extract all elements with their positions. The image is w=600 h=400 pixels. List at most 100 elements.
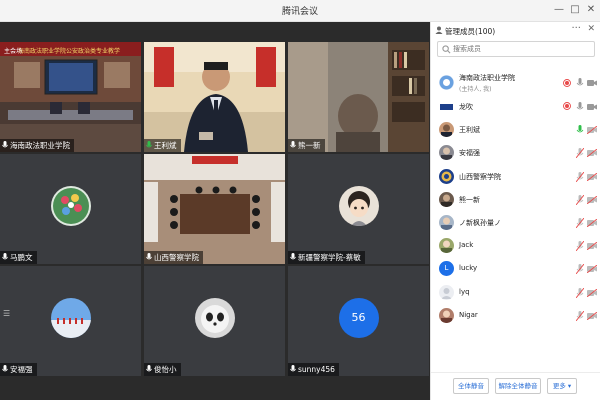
maximize-icon[interactable]: □ — [568, 3, 582, 17]
tile-banner: 主会场 — [4, 48, 23, 55]
unmute-all-button[interactable]: 解除全体静音 — [495, 378, 541, 394]
members-footer: 全体静音 解除全体静音 更多 ▾ — [431, 372, 600, 400]
member-name: 龙吹 — [459, 103, 473, 111]
member-name: 王利斌 — [459, 126, 480, 135]
mic-green-icon — [146, 141, 152, 150]
member-name: lyq — [459, 287, 470, 296]
mic-icon — [290, 141, 296, 150]
speaker-image — [144, 42, 285, 152]
close-panel-icon[interactable]: ✕ — [587, 24, 595, 34]
video-icon[interactable] — [587, 103, 597, 111]
mic-active-icon[interactable] — [576, 125, 584, 135]
mic-off-icon[interactable] — [576, 310, 584, 321]
member-name: ノ新枫孙量ノ — [459, 218, 501, 227]
mic-off-icon[interactable] — [576, 241, 584, 252]
member-row[interactable]: ノ新枫孙量ノ — [431, 212, 600, 235]
record-icon — [563, 79, 571, 87]
conference-room-image: 海南政法职业学院公安政治类专业教学 — [0, 42, 141, 152]
meeting-window: 腾讯会议 — □ ✕ 海南政法职业学院公安政治类专业教学 主会场 海南政法职业学… — [0, 0, 600, 400]
window-title: 腾讯会议 — [281, 7, 318, 17]
record-icon — [563, 102, 571, 110]
member-list: 海南政法职业学院 (主持人, 我) 龙吹 王利斌 安福强 山西警察学院 熊一新 … — [431, 70, 600, 328]
member-role: (主持人, 我) — [459, 86, 492, 93]
video-icon[interactable] — [587, 79, 597, 87]
member-avatar — [439, 238, 454, 254]
member-row[interactable]: Nigar — [431, 305, 600, 328]
video-tile-meeting-hall[interactable]: 山西警察学院 — [144, 154, 285, 264]
mic-icon[interactable] — [576, 78, 584, 88]
members-panel: 管理成员(100) ··· ✕ 海南政法职业学院 (主持人, 我) — [430, 22, 600, 400]
member-avatar — [439, 214, 454, 230]
member-row[interactable]: 龙吹 — [431, 96, 600, 119]
members-icon — [435, 26, 443, 34]
tile-name-label: 熊一新 — [288, 139, 325, 152]
mic-off-icon[interactable] — [576, 194, 584, 205]
video-off-icon[interactable] — [587, 311, 597, 320]
member-name: Nigar — [459, 310, 478, 319]
member-row[interactable]: 安福强 — [431, 142, 600, 165]
video-tile-avatar[interactable]: 马鹏文 — [0, 154, 141, 264]
video-off-icon[interactable] — [587, 126, 597, 135]
video-off-icon[interactable] — [587, 265, 597, 274]
member-name: 安福强 — [459, 149, 480, 158]
mute-all-button[interactable]: 全体静音 — [453, 378, 489, 394]
cartoon-avatar — [338, 186, 379, 226]
member-avatar — [439, 99, 454, 114]
menu-lines-icon[interactable]: ☰ — [3, 309, 10, 318]
tile-name-label: 海南政法职业学院 — [0, 139, 74, 152]
mic-icon[interactable] — [576, 102, 584, 112]
video-off-icon[interactable] — [587, 195, 597, 204]
member-avatar — [439, 168, 454, 184]
member-search-box[interactable] — [437, 41, 595, 57]
mic-icon — [2, 141, 8, 150]
video-tile-bookshelf[interactable]: 熊一新 — [288, 42, 429, 152]
more-button[interactable]: 更多 ▾ — [547, 378, 577, 394]
video-tile-host[interactable]: 海南政法职业学院公安政治类专业教学 主会场 海南政法职业学院 — [0, 42, 141, 152]
tile-name-label: 山西警察学院 — [144, 251, 203, 264]
video-off-icon[interactable] — [587, 242, 597, 251]
video-tile-avatar[interactable]: 新疆警察学院-蔡敏 — [288, 154, 429, 264]
video-off-icon[interactable] — [587, 218, 597, 227]
member-name: 山西警察学院 — [459, 172, 501, 181]
member-search-input[interactable] — [453, 43, 591, 55]
video-off-icon[interactable] — [587, 149, 597, 158]
member-row[interactable]: 王利斌 — [431, 119, 600, 142]
member-row[interactable]: L lucky — [431, 258, 600, 281]
mic-icon — [290, 253, 296, 262]
mic-off-icon[interactable] — [576, 264, 584, 275]
video-tile-avatar[interactable]: ☰ 安福强 — [0, 266, 141, 376]
member-avatar — [439, 145, 454, 161]
video-off-icon[interactable] — [587, 288, 597, 297]
video-off-icon[interactable] — [587, 172, 597, 181]
member-row[interactable]: 山西警察学院 — [431, 166, 600, 189]
member-avatar — [439, 122, 454, 138]
mic-off-icon[interactable] — [576, 148, 584, 159]
bookshelf-image — [288, 42, 429, 152]
member-row[interactable]: lyq — [431, 282, 600, 305]
mic-off-icon[interactable] — [576, 171, 584, 182]
video-tile-avatar[interactable]: 56 sunny456 — [288, 266, 429, 376]
member-row[interactable]: 熊一新 — [431, 189, 600, 212]
more-options-icon[interactable]: ··· — [571, 23, 581, 34]
video-tile-speaker[interactable]: 王利斌 — [144, 42, 285, 152]
mic-icon — [2, 365, 8, 374]
tile-name-label: 新疆警察学院-蔡敏 — [288, 251, 365, 264]
member-avatar — [439, 75, 454, 90]
members-title: 管理成员(100) — [445, 27, 496, 36]
members-header: 管理成员(100) ··· ✕ — [431, 22, 600, 40]
member-row[interactable]: 海南政法职业学院 (主持人, 我) — [431, 70, 600, 96]
sky-avatar — [50, 298, 91, 338]
member-name: Jack — [459, 241, 474, 250]
mic-off-icon[interactable] — [576, 217, 584, 228]
title-bar: 腾讯会议 — □ ✕ — [0, 0, 600, 22]
member-avatar — [439, 191, 454, 207]
member-name: 熊一新 — [459, 195, 480, 204]
svg-text:海南政法职业学院公安政治类专业教学: 海南政法职业学院公安政治类专业教学 — [18, 47, 120, 55]
member-name: 海南政法职业学院 — [459, 74, 515, 82]
video-tile-avatar[interactable]: 俊怡小 — [144, 266, 285, 376]
member-row[interactable]: Jack — [431, 235, 600, 258]
mic-icon — [146, 365, 152, 374]
close-icon[interactable]: ✕ — [584, 3, 598, 17]
mic-off-icon[interactable] — [576, 287, 584, 298]
minimize-icon[interactable]: — — [552, 3, 566, 17]
